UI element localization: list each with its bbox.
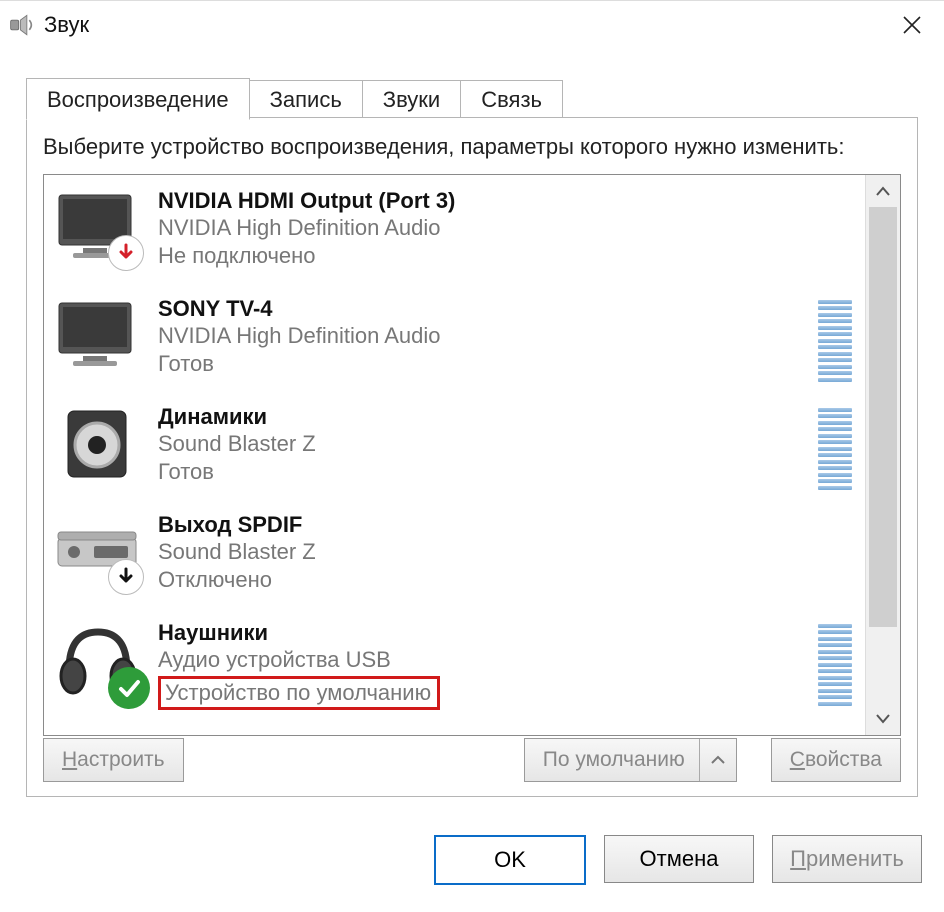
device-status: Готов xyxy=(158,458,818,486)
device-row[interactable]: Динамики Sound Blaster Z Готов xyxy=(44,395,866,503)
dialog-button-row: OK Отмена Применить xyxy=(434,835,922,885)
disabled-badge-icon xyxy=(108,559,144,595)
device-list[interactable]: NVIDIA HDMI Output (Port 3) NVIDIA High … xyxy=(43,174,901,736)
configure-label: астроить xyxy=(77,748,164,772)
scroll-up-button[interactable] xyxy=(866,175,900,207)
device-subtitle: Sound Blaster Z xyxy=(158,538,858,566)
device-status: Не подключено xyxy=(158,242,858,270)
device-row[interactable]: Выход SPDIF Sound Blaster Z Отключено xyxy=(44,503,866,611)
monitor-icon xyxy=(50,293,146,381)
device-text: Выход SPDIF Sound Blaster Z Отключено xyxy=(146,509,858,594)
properties-button[interactable]: Свойства xyxy=(771,738,901,782)
device-name: Выход SPDIF xyxy=(158,511,858,539)
tab-sounds[interactable]: Звуки xyxy=(362,80,461,120)
monitor-icon xyxy=(50,185,146,273)
tab-strip: Воспроизведение Запись Звуки Связь xyxy=(26,73,944,119)
sound-dialog: Звук Воспроизведение Запись Звуки Связь … xyxy=(0,0,944,912)
scrollbar[interactable] xyxy=(865,175,900,735)
close-button[interactable] xyxy=(888,1,936,49)
apply-label: рименить xyxy=(806,846,904,872)
device-text: Динамики Sound Blaster Z Готов xyxy=(146,401,818,486)
device-subtitle: Аудио устройства USB xyxy=(158,646,818,674)
window-title: Звук xyxy=(44,12,89,38)
playback-panel: Выберите устройство воспроизведения, пар… xyxy=(26,117,918,797)
headphones-icon xyxy=(50,617,146,705)
device-name: Динамики xyxy=(158,403,818,431)
set-default-label: По умолчанию xyxy=(543,748,685,772)
level-meter xyxy=(818,406,852,492)
titlebar: Звук xyxy=(0,1,944,49)
properties-label: войства xyxy=(805,748,882,772)
device-name: SONY TV-4 xyxy=(158,295,818,323)
device-subtitle: NVIDIA High Definition Audio xyxy=(158,322,818,350)
client-area: Воспроизведение Запись Звуки Связь Выбер… xyxy=(0,57,944,907)
ok-button[interactable]: OK xyxy=(434,835,586,885)
set-default-button[interactable]: По умолчанию xyxy=(524,738,737,782)
tab-communications[interactable]: Связь xyxy=(460,80,563,120)
device-status: Готов xyxy=(158,350,818,378)
chevron-down-icon[interactable] xyxy=(699,739,736,781)
device-status-highlighted: Устройство по умолчанию xyxy=(158,676,440,711)
device-name: Наушники xyxy=(158,619,818,647)
device-row[interactable]: NVIDIA HDMI Output (Port 3) NVIDIA High … xyxy=(44,179,866,287)
device-list-inner: NVIDIA HDMI Output (Port 3) NVIDIA High … xyxy=(44,175,866,735)
speaker-icon xyxy=(50,401,146,489)
device-row[interactable]: Наушники Аудио устройства USB Устройство… xyxy=(44,611,866,719)
device-row[interactable]: SONY TV-4 NVIDIA High Definition Audio Г… xyxy=(44,287,866,395)
receiver-icon xyxy=(50,509,146,597)
apply-button[interactable]: Применить xyxy=(772,835,922,883)
tab-recording[interactable]: Запись xyxy=(249,80,363,120)
device-name: NVIDIA HDMI Output (Port 3) xyxy=(158,187,858,215)
device-text: NVIDIA HDMI Output (Port 3) NVIDIA High … xyxy=(146,185,858,270)
level-meter xyxy=(818,298,852,384)
unplugged-badge-icon xyxy=(108,235,144,271)
scroll-down-button[interactable] xyxy=(866,703,900,735)
level-meter xyxy=(818,622,852,708)
sound-app-icon xyxy=(8,11,36,39)
default-badge-icon xyxy=(108,667,150,709)
device-subtitle: NVIDIA High Definition Audio xyxy=(158,214,858,242)
configure-button[interactable]: Настроить xyxy=(43,738,184,782)
scroll-track[interactable] xyxy=(866,207,900,703)
device-subtitle: Sound Blaster Z xyxy=(158,430,818,458)
cancel-button[interactable]: Отмена xyxy=(604,835,754,883)
instruction-text: Выберите устройство воспроизведения, пар… xyxy=(43,132,901,162)
device-status: Отключено xyxy=(158,566,858,594)
scroll-thumb[interactable] xyxy=(869,207,897,627)
device-text: Наушники Аудио устройства USB Устройство… xyxy=(146,617,818,711)
tab-playback[interactable]: Воспроизведение xyxy=(26,78,250,120)
panel-button-row: Настроить По умолчанию Свойства xyxy=(43,738,901,782)
device-text: SONY TV-4 NVIDIA High Definition Audio Г… xyxy=(146,293,818,378)
